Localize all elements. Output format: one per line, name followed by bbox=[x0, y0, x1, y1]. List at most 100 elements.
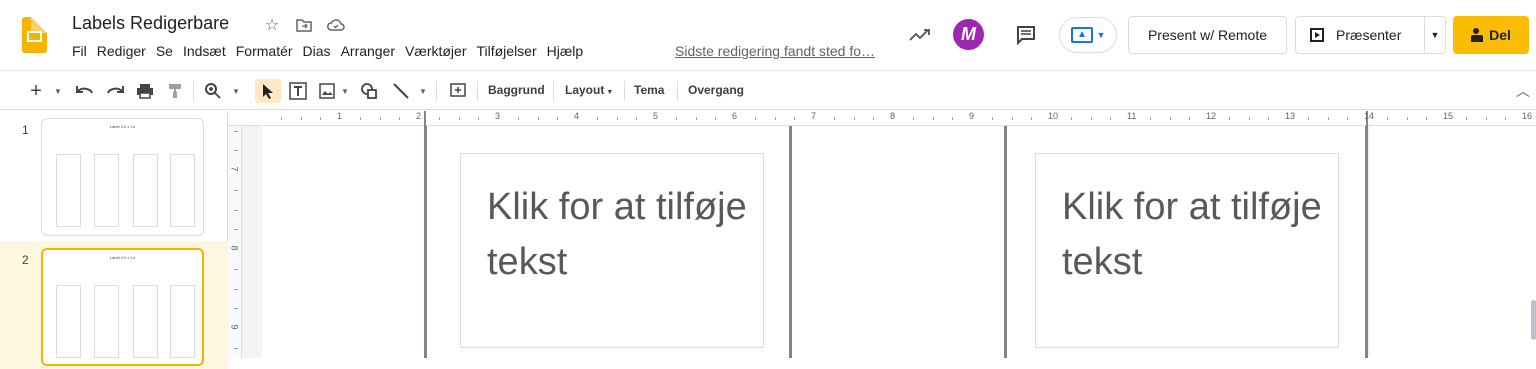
ruler-label: 8 bbox=[890, 111, 896, 121]
redo-icon[interactable] bbox=[104, 79, 126, 103]
horizontal-ruler[interactable]: 1 2 3 4 5 6 7 8 9 10 11 12 13 14 15 16 bbox=[228, 111, 1536, 126]
ruler-tick bbox=[1011, 117, 1013, 120]
menu-slide[interactable]: Dias bbox=[303, 43, 331, 59]
ruler-tick bbox=[952, 117, 954, 120]
toolbar-divider bbox=[477, 81, 478, 101]
thumbnail-label-box bbox=[170, 285, 195, 358]
toolbar: + ▼ ▼ ▼ ▼ Baggrund Layout ▼ Tema Overgan… bbox=[0, 70, 1536, 110]
layout-button[interactable]: Layout ▼ bbox=[565, 83, 613, 97]
label-border-line bbox=[1004, 126, 1007, 358]
ruler-label: 8 bbox=[229, 245, 240, 251]
activity-trend-icon[interactable] bbox=[906, 23, 934, 47]
meet-present-button[interactable]: ▼ bbox=[1059, 17, 1117, 53]
ruler-tick bbox=[280, 117, 282, 120]
thumbnail-label-box bbox=[133, 154, 158, 227]
share-person-icon bbox=[1471, 28, 1484, 42]
menu-arrange[interactable]: Arranger bbox=[341, 43, 395, 59]
thumbnail-label-box bbox=[56, 285, 81, 358]
menu-help[interactable]: Hjælp bbox=[547, 43, 584, 59]
ruler-label: 1 bbox=[337, 111, 343, 121]
text-placeholder[interactable]: Klik for at tilføje tekst bbox=[1035, 153, 1339, 348]
present-button[interactable]: Præsenter bbox=[1295, 16, 1425, 54]
slide-canvas[interactable]: Klik for at tilføje tekst Klik for at ti… bbox=[262, 126, 1368, 358]
ruler-tick bbox=[1149, 117, 1151, 120]
zoom-icon[interactable] bbox=[202, 79, 224, 103]
slide-number: 2 bbox=[22, 253, 29, 267]
chevron-down-icon[interactable]: ▼ bbox=[339, 79, 351, 103]
placeholder-text: Klik for at tilføje tekst bbox=[487, 186, 747, 283]
chevron-down-icon[interactable]: ▼ bbox=[52, 79, 64, 103]
menu-addons[interactable]: Tilføjelser bbox=[476, 43, 536, 59]
text-box-icon[interactable] bbox=[287, 79, 309, 103]
ruler-tick bbox=[300, 117, 302, 120]
app-header: Labels Redigerbare ☆ Fil Rediger Se Inds… bbox=[0, 0, 1536, 70]
ruler-tick bbox=[517, 117, 519, 120]
ruler-tick bbox=[1465, 117, 1467, 120]
chevron-up-icon[interactable]: ︿ bbox=[1516, 81, 1530, 101]
ruler-label: 7 bbox=[229, 166, 240, 172]
paint-format-icon[interactable] bbox=[164, 79, 186, 103]
present-remote-button[interactable]: Present w/ Remote bbox=[1128, 16, 1287, 54]
slide-number: 1 bbox=[22, 123, 29, 137]
slide-thumbnail[interactable]: Label 4.0 x 14 bbox=[41, 248, 204, 366]
thumbnail-title: Label 4.0 x 14 bbox=[109, 255, 136, 260]
thumbnail-label-box bbox=[56, 154, 81, 227]
ruler-tick bbox=[537, 117, 539, 120]
theme-button[interactable]: Tema bbox=[634, 83, 664, 97]
shape-icon[interactable] bbox=[358, 79, 380, 103]
background-button[interactable]: Baggrund bbox=[488, 83, 545, 97]
text-placeholder[interactable]: Klik for at tilføje tekst bbox=[460, 153, 764, 348]
share-button[interactable]: Del bbox=[1453, 16, 1529, 54]
ruler-tick bbox=[1110, 117, 1112, 120]
vertical-ruler[interactable]: 7 8 9 bbox=[228, 126, 242, 358]
ruler-tick bbox=[616, 117, 618, 120]
ruler-tick bbox=[695, 117, 697, 120]
image-icon[interactable] bbox=[317, 79, 337, 103]
ruler-margin-marker[interactable] bbox=[424, 111, 426, 126]
ruler-tick bbox=[774, 117, 776, 120]
present-options-button[interactable]: ▼ bbox=[1424, 16, 1446, 54]
select-cursor-icon[interactable] bbox=[255, 79, 281, 103]
menu-insert[interactable]: Indsæt bbox=[183, 43, 226, 59]
vertical-scrollbar[interactable] bbox=[1531, 300, 1536, 340]
play-icon bbox=[1310, 28, 1324, 42]
add-comment-icon[interactable] bbox=[447, 79, 469, 103]
ruler-tick bbox=[1505, 117, 1507, 120]
ruler-tick bbox=[359, 117, 361, 120]
ruler-tick bbox=[1386, 117, 1388, 120]
chevron-down-icon[interactable]: ▼ bbox=[230, 79, 242, 103]
ruler-tick bbox=[234, 268, 238, 270]
last-edit-link[interactable]: Sidste redigering fandt sted fo… bbox=[675, 43, 875, 59]
ruler-tick bbox=[1189, 117, 1191, 120]
ruler-tick bbox=[1485, 117, 1487, 120]
chevron-down-icon[interactable]: ▼ bbox=[417, 79, 429, 103]
ruler-tick bbox=[234, 308, 238, 310]
ruler-tick bbox=[478, 117, 480, 120]
filmstrip-slide[interactable]: 1 Label 4.0 x 14 bbox=[0, 111, 228, 239]
comments-icon[interactable] bbox=[1013, 23, 1039, 47]
ruler-label: 16 bbox=[1522, 111, 1533, 121]
filmstrip-slide-selected[interactable]: 2 Label 4.0 x 14 bbox=[0, 241, 228, 369]
menu-tools[interactable]: Værktøjer bbox=[405, 43, 466, 59]
ruler-tick bbox=[234, 189, 238, 191]
line-icon[interactable] bbox=[390, 79, 412, 103]
slide-thumbnail[interactable]: Label 4.0 x 14 bbox=[41, 118, 204, 236]
print-icon[interactable] bbox=[134, 79, 156, 103]
undo-icon[interactable] bbox=[74, 79, 96, 103]
menu-format[interactable]: Formatér bbox=[236, 43, 293, 59]
label-border-line bbox=[789, 126, 792, 358]
transition-button[interactable]: Overgang bbox=[688, 83, 744, 97]
new-slide-icon[interactable]: + bbox=[26, 79, 46, 103]
cloud-status-icon[interactable] bbox=[326, 15, 346, 35]
slides-logo-icon[interactable] bbox=[22, 17, 47, 53]
ruler-tick bbox=[715, 117, 717, 120]
menu-view[interactable]: Se bbox=[156, 43, 173, 59]
chevron-down-icon: ▼ bbox=[606, 89, 614, 96]
document-title[interactable]: Labels Redigerbare bbox=[72, 13, 229, 34]
avatar[interactable]: M bbox=[953, 19, 984, 50]
ruler-label: 14 bbox=[1364, 111, 1375, 121]
move-folder-icon[interactable] bbox=[294, 15, 314, 35]
star-icon[interactable]: ☆ bbox=[262, 15, 282, 35]
menu-edit[interactable]: Rediger bbox=[97, 43, 146, 59]
menu-file[interactable]: Fil bbox=[72, 43, 87, 59]
